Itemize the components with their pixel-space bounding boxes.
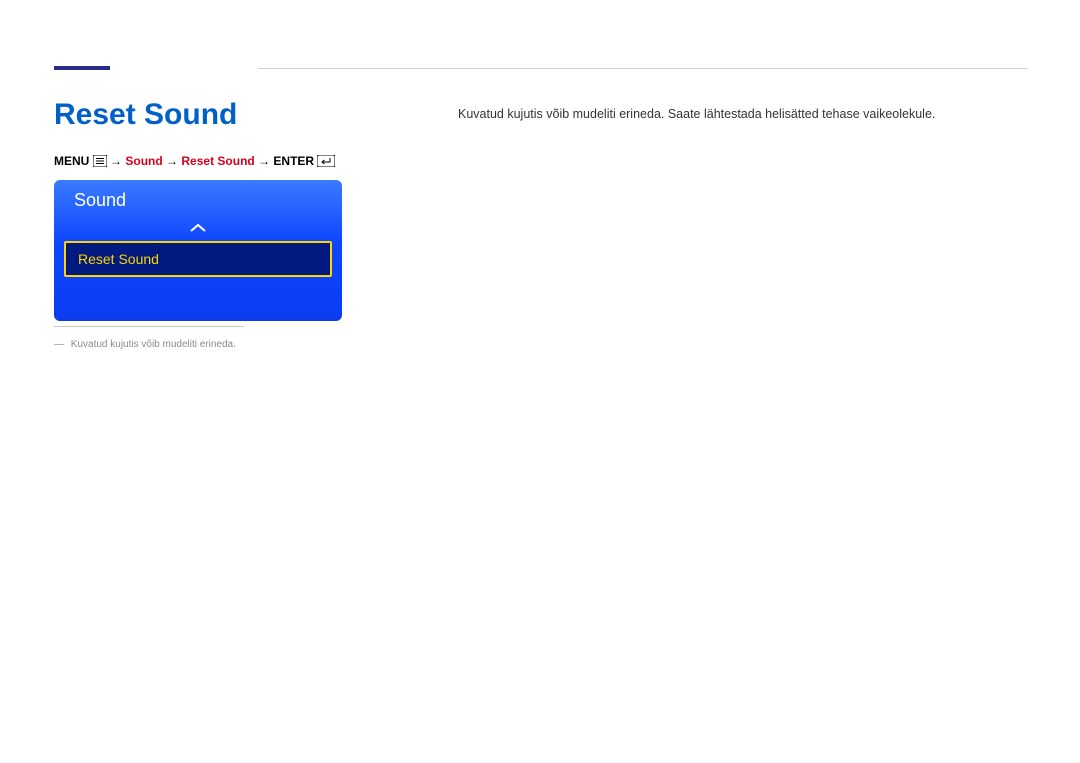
page-title: Reset Sound — [54, 98, 237, 132]
osd-menu-item-reset-sound[interactable]: Reset Sound — [64, 241, 332, 277]
scroll-up-button[interactable] — [54, 215, 342, 241]
body-text: Kuvatud kujutis võib mudeliti erineda. S… — [458, 104, 1018, 124]
breadcrumb-arrow: → — [110, 154, 122, 168]
footnote-dash: ― — [54, 339, 64, 350]
osd-menu-bottom — [54, 283, 342, 321]
chevron-up-icon — [189, 222, 207, 234]
breadcrumb-menu: MENU — [54, 154, 89, 168]
breadcrumb-arrow: → — [166, 154, 178, 168]
menu-icon — [93, 155, 107, 167]
horizontal-rule — [258, 68, 1028, 69]
enter-icon — [317, 155, 335, 167]
breadcrumb-reset-sound: Reset Sound — [181, 154, 254, 168]
breadcrumb-sound: Sound — [125, 154, 162, 168]
breadcrumb: MENU → Sound → Reset Sound → ENTER — [54, 154, 335, 168]
footnote: ― Kuvatud kujutis võib mudeliti erineda. — [54, 326, 244, 350]
breadcrumb-arrow: → — [258, 154, 270, 168]
osd-menu-title: Sound — [54, 180, 342, 215]
osd-menu-card: Sound Reset Sound — [54, 180, 342, 321]
breadcrumb-enter: ENTER — [273, 154, 314, 168]
footnote-text: Kuvatud kujutis võib mudeliti erineda. — [71, 339, 236, 350]
accent-bar — [54, 66, 110, 70]
